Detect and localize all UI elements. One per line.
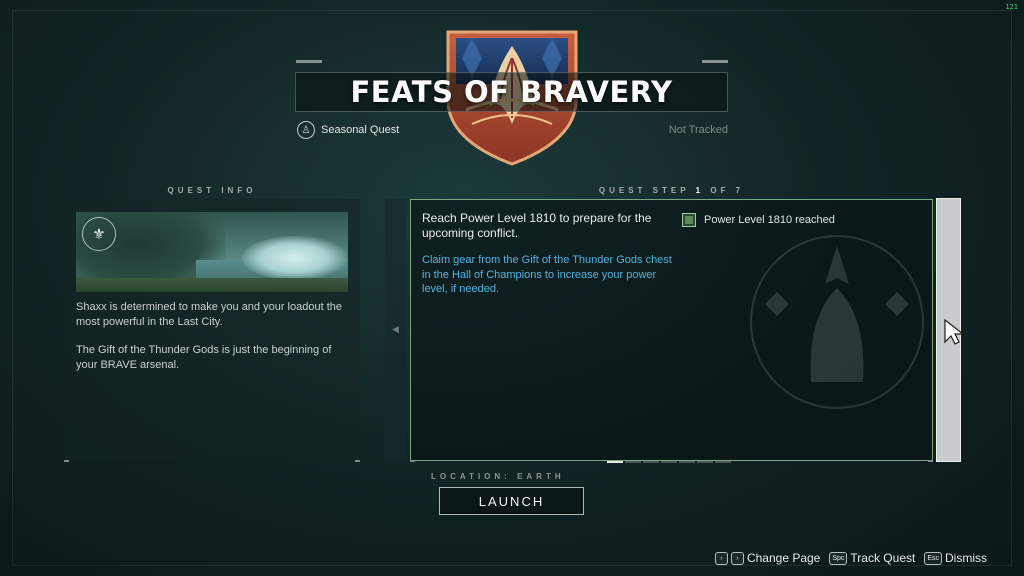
quest-description: Shaxx is determined to make you and your… — [76, 300, 348, 372]
objective-checkbox — [682, 213, 696, 227]
quest-description-2: The Gift of the Thunder Gods is just the… — [76, 344, 332, 371]
page-indicator[interactable] — [697, 461, 713, 463]
key-escape-icon: Esc — [924, 551, 942, 565]
corner-tick — [928, 460, 933, 462]
footer-prompts: ‹ › Change Page Spc Track Quest Esc Dism… — [706, 551, 987, 565]
corner-tick — [64, 460, 69, 462]
change-page-prompt[interactable]: ‹ › Change Page — [714, 551, 821, 565]
quest-info-heading: QUEST INFO — [167, 186, 257, 195]
quest-type-label: Seasonal Quest — [321, 124, 400, 136]
quest-artwork: ⚜ — [76, 212, 348, 292]
page-title: FEATS OF BRAVERY — [350, 75, 673, 109]
quest-step-prefix: QUEST STEP — [598, 186, 690, 195]
corner-tick — [355, 460, 360, 462]
quest-step-heading: QUEST STEP 1 OF 7 — [410, 186, 933, 195]
tracking-status: Not Tracked — [668, 124, 728, 136]
page-indicator[interactable] — [643, 461, 659, 463]
page-indicator[interactable] — [715, 461, 731, 463]
key-right-icon: › — [730, 551, 744, 565]
previous-step-button[interactable]: ◀ — [385, 199, 406, 459]
quest-type: ♙ Seasonal Quest — [297, 121, 399, 139]
dismiss-label: Dismiss — [945, 551, 987, 565]
title-tick-right — [702, 60, 728, 63]
title-tick-left — [296, 60, 322, 63]
chevron-left-icon: ◀ — [392, 323, 399, 334]
dismiss-prompt[interactable]: Esc Dismiss — [924, 551, 987, 565]
quest-description-1: Shaxx is determined to make you and your… — [76, 301, 342, 328]
quest-info-panel: ⚜ Shaxx is determined to make you and yo… — [64, 199, 360, 459]
quest-step-total: 7 — [735, 186, 745, 195]
track-quest-label: Track Quest — [850, 551, 916, 565]
page-indicator[interactable] — [679, 461, 695, 463]
location-label: LOCATION: EARTH — [431, 472, 565, 481]
seasonal-quest-icon: ♙ — [297, 121, 315, 139]
quest-step-panel: Reach Power Level 1810 to prepare for th… — [410, 199, 933, 461]
key-space-icon: Spc — [829, 551, 848, 565]
objective-label: Power Level 1810 reached — [704, 214, 835, 226]
page-indicator[interactable] — [607, 461, 623, 463]
quest-step-current: 1 — [695, 186, 705, 195]
launch-button[interactable]: LAUNCH — [439, 487, 584, 515]
quest-step-of: OF — [710, 186, 730, 195]
corner-tick — [410, 460, 415, 462]
emblem-watermark-icon — [750, 235, 924, 409]
fps-counter: 121 — [1005, 3, 1018, 11]
brave-seal-icon: ⚜ — [82, 217, 116, 251]
change-page-label: Change Page — [746, 551, 821, 565]
step-pagination — [607, 461, 731, 463]
page-indicator[interactable] — [661, 461, 677, 463]
key-left-icon: ‹ — [714, 551, 728, 565]
track-quest-prompt[interactable]: Spc Track Quest — [829, 551, 915, 565]
objective-checklist-item: Power Level 1810 reached — [682, 213, 835, 227]
page-indicator[interactable] — [625, 461, 641, 463]
step-hint: Claim gear from the Gift of the Thunder … — [422, 254, 672, 295]
title-banner: FEATS OF BRAVERY — [295, 72, 728, 112]
mouse-cursor-icon — [944, 318, 965, 345]
step-objective: Reach Power Level 1810 to prepare for th… — [422, 211, 652, 240]
